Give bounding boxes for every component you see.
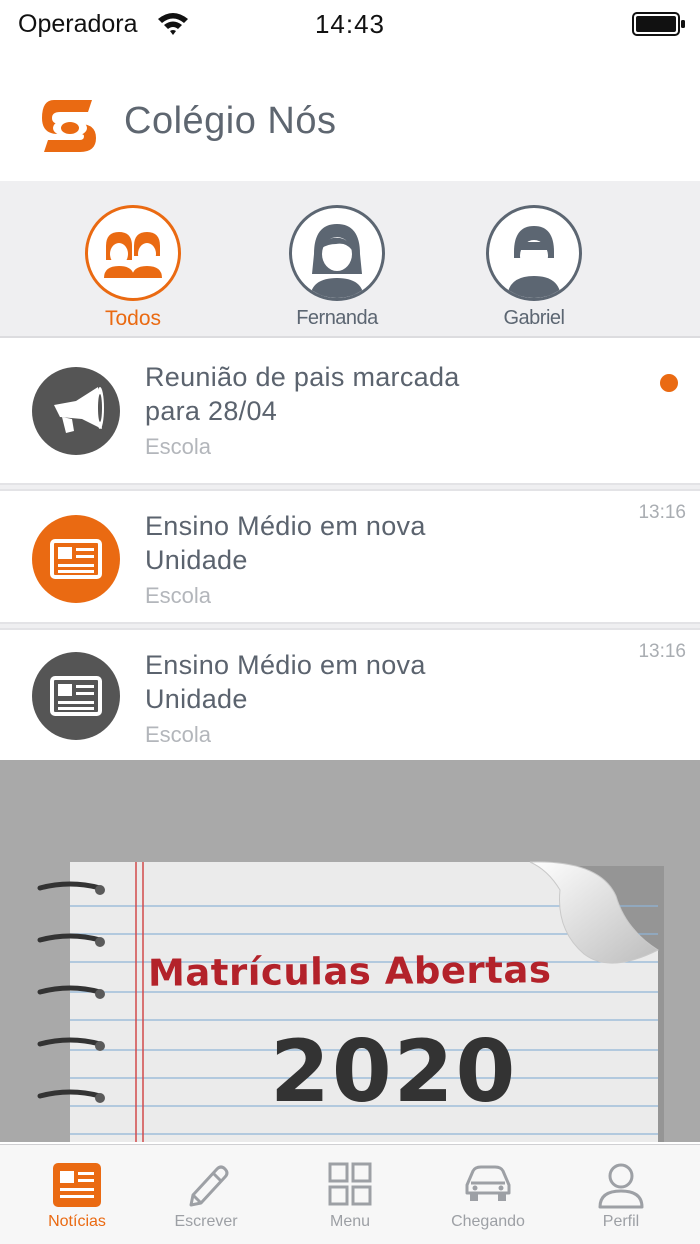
news-card-source: Escola [145,434,212,459]
tab-label: Escrever [174,1213,238,1230]
school-logo-icon [42,100,96,152]
child-filter-bar: Todos Fernanda Gabriel [0,181,700,338]
tab-label: Perfil [602,1213,640,1230]
filter-label: Todos [104,307,162,330]
filter-todos-avatar [85,205,181,301]
tab-menu[interactable]: Menu [280,1145,420,1244]
boy-avatar-icon [507,226,561,298]
tab-escrever[interactable]: Escrever [136,1145,276,1244]
filter-label: Gabriel [503,307,565,329]
news-card[interactable]: Ensino Médio em nova Unidade Escola 13:1… [0,491,700,622]
tab-label: Menu [329,1213,371,1230]
tab-label: Chegando [451,1213,525,1230]
banner-year: 2020 [270,1022,518,1122]
tab-bar: Notícias Escrever Menu Chegando Perfil [0,1144,700,1244]
banner-headline: Matrículas Abertas [147,948,552,995]
tab-perfil[interactable]: Perfil [551,1145,691,1244]
tab-label: Notícias [48,1213,106,1230]
filter-gabriel-avatar [486,205,582,301]
enrollment-banner[interactable]: Matrículas Abertas 2020 [0,760,700,1142]
news-card-title-cont: Unidade [145,684,248,714]
news-icon [53,1163,101,1207]
clock: 14:43 [314,9,386,39]
news-card-time: 13:16 [638,641,686,662]
girl-avatar-icon [310,224,364,298]
status-bar: Operadora 14:43 [0,0,700,50]
unread-dot [660,374,678,392]
divider [0,622,700,630]
news-card-avatar [32,515,120,603]
tab-noticias[interactable]: Notícias [7,1145,147,1244]
news-card-source: Escola [145,583,212,608]
app-header: Colégio Nós [0,50,700,181]
group-icon [104,232,162,278]
news-card[interactable]: Reunião de pais marcada para 28/04 Escol… [0,340,700,483]
news-card-title-cont: para 28/04 [145,396,278,426]
app-title: Colégio Nós [124,100,337,142]
filter-gabriel[interactable]: Gabriel [464,203,604,333]
person-icon [598,1163,644,1209]
news-card-avatar [32,652,120,740]
newspaper-icon [50,539,102,579]
news-card[interactable]: Ensino Médio em nova Unidade Escola 13:1… [0,630,700,760]
battery-icon [632,12,685,36]
filter-label: Fernanda [296,307,378,329]
news-card-time: 13:16 [638,502,686,523]
news-card-title-cont: Unidade [145,545,248,575]
filter-fernanda-avatar [289,205,385,301]
filter-todos[interactable]: Todos [63,203,203,333]
tab-chegando[interactable]: Chegando [418,1145,558,1244]
news-card-title: Ensino Médio em nova [145,650,426,680]
car-icon [465,1165,511,1201]
megaphone-icon [54,387,104,433]
newspaper-icon [50,676,102,716]
news-card-avatar [32,367,120,455]
news-card-source: Escola [145,722,212,747]
grid-icon [328,1162,372,1206]
news-card-title: Ensino Médio em nova [145,511,426,541]
filter-fernanda[interactable]: Fernanda [267,203,407,333]
pencil-icon [189,1165,229,1207]
news-card-title: Reunião de pais marcada [145,362,460,392]
divider [0,483,700,491]
